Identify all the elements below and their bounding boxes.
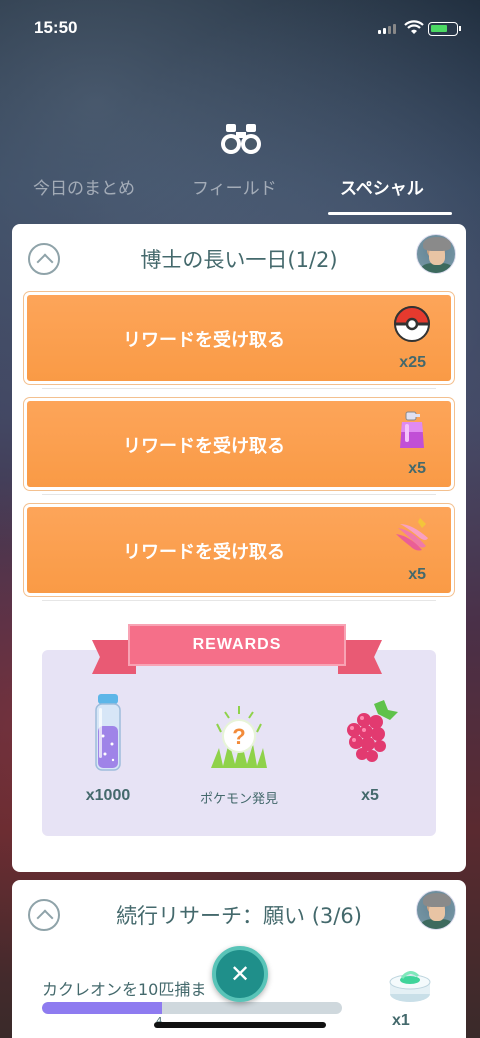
task-description: カクレオンを10匹捕ま — [42, 980, 207, 999]
card-header: 続行リサーチ：願い (3/6) — [12, 880, 466, 942]
close-button[interactable]: ✕ — [212, 946, 268, 1002]
special-research-card: 博士の長い一日(1/2) リワードを受け取る x25 リワードを受け取る x5 … — [12, 224, 466, 872]
reward-quantity: x1 — [392, 1012, 410, 1029]
binoculars-icon — [221, 124, 261, 154]
reward-quantity: x5 — [408, 460, 426, 477]
divider — [42, 388, 436, 389]
claim-reward-label: リワードを受け取る — [123, 436, 285, 457]
rewards-ribbon: REWARDS — [92, 624, 382, 678]
pokemon-encounter-icon: ? — [211, 706, 267, 768]
battery-icon — [428, 22, 461, 36]
claim-reward-label: リワードを受け取る — [123, 542, 285, 563]
reward-label: ポケモン発見 — [199, 791, 278, 806]
research-title: 博士の長い一日(1/2) — [140, 248, 338, 272]
cellular-signal-icon — [378, 24, 396, 34]
razz-berry-icon — [347, 700, 398, 762]
incense-icon — [389, 971, 431, 1002]
professor-avatar — [416, 234, 456, 274]
divider — [42, 600, 436, 601]
reward-label: x1000 — [85, 787, 131, 804]
reward-quantity: x25 — [399, 354, 426, 371]
svg-text:?: ? — [232, 724, 245, 749]
close-icon: ✕ — [229, 960, 251, 988]
claim-reward-button[interactable]: リワードを受け取る x5 — [24, 504, 454, 596]
divider — [42, 494, 436, 495]
potion-icon — [400, 411, 424, 448]
task-progress-bar — [42, 1002, 342, 1014]
active-tab-indicator — [328, 212, 452, 215]
claim-reward-label: リワードを受け取る — [123, 330, 285, 351]
card-header: 博士の長い一日(1/2) — [12, 224, 466, 286]
rewards-banner-text: REWARDS — [192, 636, 282, 653]
reward-label: x5 — [361, 787, 379, 804]
claim-reward-button[interactable]: リワードを受け取る x25 — [24, 292, 454, 384]
tab-special[interactable]: スペシャル — [340, 174, 424, 199]
reward-quantity: x5 — [408, 566, 426, 583]
stardust-vial-icon — [95, 694, 121, 771]
banana-berry-icon — [396, 518, 428, 551]
professor-avatar — [416, 890, 456, 930]
status-time: 15:50 — [34, 18, 78, 37]
poke-ball-icon — [393, 306, 431, 342]
research-tabs: 今日のまとめ フィールド スペシャル — [0, 172, 480, 216]
research-title: 続行リサーチ：願い (3/6) — [116, 904, 362, 928]
task-progress-fill — [42, 1002, 162, 1014]
status-bar: 15:50 — [0, 0, 480, 58]
home-indicator — [154, 1022, 326, 1028]
claim-reward-button[interactable]: リワードを受け取る x5 — [24, 398, 454, 490]
tab-field[interactable]: フィールド — [192, 174, 277, 199]
wifi-icon — [404, 20, 424, 34]
tab-today[interactable]: 今日のまとめ — [33, 174, 135, 199]
